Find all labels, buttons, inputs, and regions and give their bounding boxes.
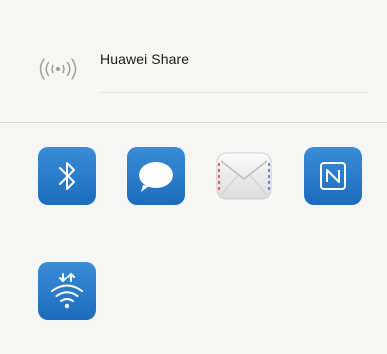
huawei-share-row[interactable]: Huawei Share	[0, 0, 387, 122]
signal-broadcast-icon	[36, 54, 80, 84]
bluetooth-icon	[38, 147, 96, 205]
envelope-icon	[215, 147, 273, 205]
nfc-icon	[304, 147, 362, 205]
email-share-button[interactable]	[215, 147, 273, 205]
message-bubble-icon	[127, 147, 185, 205]
share-panel: Huawei Share	[0, 0, 387, 354]
nfc-share-button[interactable]	[304, 147, 362, 205]
row-divider	[100, 92, 368, 93]
huawei-share-label: Huawei Share	[100, 51, 190, 67]
section-divider	[0, 122, 387, 123]
bluetooth-share-button[interactable]	[38, 147, 96, 205]
wifi-direct-icon	[38, 262, 96, 320]
messaging-share-button[interactable]	[127, 147, 185, 205]
wifi-direct-share-button[interactable]	[38, 262, 96, 320]
